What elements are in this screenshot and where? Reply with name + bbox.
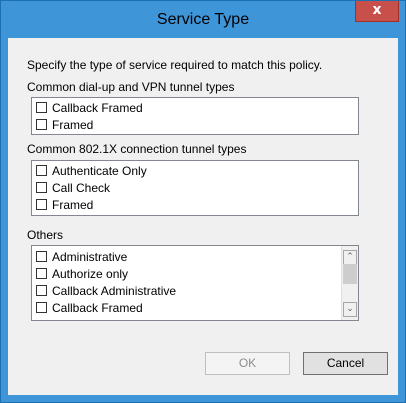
checkbox[interactable]: [36, 102, 47, 113]
close-button[interactable]: x: [355, 1, 399, 22]
checkbox[interactable]: [36, 182, 47, 193]
list-item-label: Authorize only: [52, 266, 129, 281]
list-item-authorize-only[interactable]: Authorize only: [32, 265, 358, 282]
ok-button[interactable]: OK: [205, 352, 290, 375]
dialup-group-label: Common dial-up and VPN tunnel types: [27, 80, 235, 94]
list-item-label: Callback Administrative: [52, 283, 177, 298]
dot1x-tunnel-list: Authenticate Only Call Check Framed: [31, 160, 359, 216]
chevron-up-icon: ⌃: [346, 252, 354, 262]
list-item-callback-administrative[interactable]: Callback Administrative: [32, 282, 358, 299]
checkbox[interactable]: [36, 165, 47, 176]
scroll-down-button[interactable]: ⌄: [343, 302, 357, 317]
dialog-title: Service Type: [156, 11, 250, 28]
scroll-up-button[interactable]: ⌃: [343, 250, 357, 265]
cancel-button[interactable]: Cancel: [303, 352, 388, 375]
list-item-label: Call Check: [52, 180, 111, 195]
list-item-label: Callback Framed: [52, 300, 143, 315]
list-item-label: Callback Framed: [52, 100, 143, 115]
others-group-label: Others: [27, 228, 64, 242]
checkbox[interactable]: [36, 285, 47, 296]
title-bar[interactable]: Service Type x: [1, 1, 405, 38]
list-item-framed[interactable]: Framed: [32, 196, 358, 213]
list-item-framed[interactable]: Framed: [32, 116, 358, 133]
list-item-label: Authenticate Only: [52, 163, 147, 178]
chevron-down-icon: ⌄: [346, 304, 354, 314]
checkbox[interactable]: [36, 199, 47, 210]
checkbox[interactable]: [36, 268, 47, 279]
list-item-label: Administrative: [52, 249, 128, 264]
list-item-callback-framed[interactable]: Callback Framed: [32, 299, 358, 316]
list-item-callback-framed[interactable]: Callback Framed: [32, 99, 358, 116]
list-item-label: Framed: [52, 197, 94, 212]
list-item-call-check[interactable]: Call Check: [32, 179, 358, 196]
dialup-tunnel-list: Callback Framed Framed: [31, 97, 359, 135]
list-item-authenticate-only[interactable]: Authenticate Only: [32, 162, 358, 179]
checkbox[interactable]: [36, 119, 47, 130]
dot1x-group-label: Common 802.1X connection tunnel types: [27, 142, 247, 156]
scrollbar-thumb[interactable]: [343, 264, 357, 284]
others-list-scrollbar[interactable]: ⌃ ⌄: [341, 246, 358, 320]
dialog-description: Specify the type of service required to …: [27, 58, 323, 72]
list-item-administrative[interactable]: Administrative: [32, 248, 358, 265]
checkbox[interactable]: [36, 302, 47, 313]
others-service-list: Administrative Authorize only Callback A…: [31, 245, 359, 321]
close-icon: x: [372, 2, 382, 18]
checkbox[interactable]: [36, 251, 47, 262]
list-item-label: Framed: [52, 117, 94, 132]
